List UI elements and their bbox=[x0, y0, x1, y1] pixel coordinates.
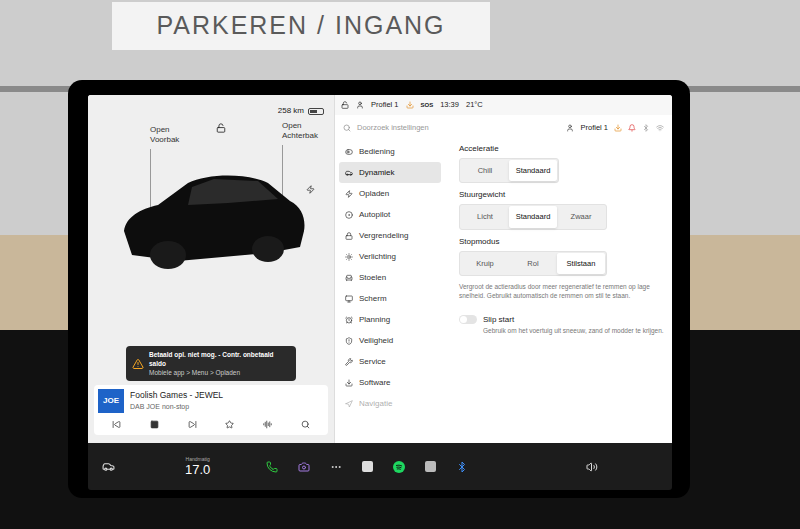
slip-start-description: Gebruik om het voertuig uit sneeuw, zand… bbox=[483, 326, 664, 335]
sos: SOS bbox=[421, 101, 434, 110]
setting-group: AcceleratieChillStandaard bbox=[459, 143, 664, 183]
segment-option[interactable]: Chill bbox=[461, 160, 509, 181]
slip-start-label: Slip start bbox=[483, 314, 664, 326]
sidebar-item[interactable]: Opladen bbox=[339, 183, 441, 204]
climate-control[interactable]: Handmatig17.0 bbox=[185, 456, 210, 478]
spotify-icon[interactable] bbox=[393, 461, 405, 473]
outside-temperature: 21°C bbox=[466, 99, 483, 110]
sidebar-item[interactable]: Software bbox=[339, 372, 441, 393]
profile-button[interactable]: Profiel 1 bbox=[580, 122, 608, 133]
sidebar-icon bbox=[345, 358, 353, 366]
settings-panel: Profiel 1 SOS 13:39 21°C Doorzoek instelling… bbox=[334, 95, 672, 443]
search-icon bbox=[343, 124, 351, 132]
sidebar-item[interactable]: Autopilot bbox=[339, 204, 441, 225]
dock: Handmatig17.0 bbox=[88, 443, 672, 490]
stop-mode-note: Vergroot de actieradius door meer regene… bbox=[459, 282, 664, 300]
segment-option[interactable]: Standaard bbox=[509, 160, 557, 181]
car-icon[interactable] bbox=[102, 460, 115, 473]
sidebar-icon bbox=[345, 274, 353, 282]
media-player: JOE Foolish Games - JEWELDAB JOE non-stop bbox=[94, 385, 328, 435]
sidebar-item[interactable]: Dynamiek bbox=[339, 162, 441, 183]
segment-option[interactable]: Stilstaan bbox=[557, 253, 605, 274]
previous-icon[interactable] bbox=[112, 420, 121, 429]
sidebar-item[interactable]: Stoelen bbox=[339, 267, 441, 288]
sidebar-item[interactable]: Service bbox=[339, 351, 441, 372]
stop-icon[interactable] bbox=[150, 420, 159, 429]
download-icon[interactable] bbox=[614, 124, 622, 132]
bluetooth-icon[interactable] bbox=[456, 461, 468, 473]
car-icon bbox=[118, 161, 308, 273]
next-icon[interactable] bbox=[188, 420, 197, 429]
profile-icon bbox=[566, 124, 574, 132]
update-icon[interactable] bbox=[406, 101, 414, 109]
volume-icon[interactable] bbox=[586, 461, 598, 473]
segmented-control: ChillStandaard bbox=[459, 158, 559, 183]
segment-option[interactable]: Rol bbox=[509, 253, 557, 274]
bell-icon[interactable] bbox=[628, 124, 636, 132]
sidebar-item[interactable]: Planning bbox=[339, 309, 441, 330]
photo: PARKEREN / INGANG 258 km OpenVoorbak OpenAc… bbox=[0, 0, 800, 529]
battery-icon bbox=[308, 108, 324, 115]
frunk-button[interactable]: OpenVoorbak bbox=[150, 125, 179, 145]
warning-icon bbox=[132, 358, 144, 370]
sidebar-item[interactable]: Verlichting bbox=[339, 246, 441, 267]
sidebar-icon bbox=[345, 316, 353, 324]
track-source: DAB JOE non-stop bbox=[130, 402, 223, 413]
sidebar-icon bbox=[345, 148, 353, 156]
segmented-control: KruipRolStilstaan bbox=[459, 251, 607, 276]
sidebar-icon bbox=[345, 295, 353, 303]
settings-search[interactable]: Doorzoek instellingen bbox=[357, 122, 560, 133]
equalizer-icon[interactable] bbox=[263, 420, 272, 429]
sidebar-item[interactable]: Navigatie bbox=[339, 393, 441, 414]
sign: PARKEREN / INGANG bbox=[112, 2, 490, 50]
app-icon[interactable] bbox=[362, 461, 373, 472]
screen: 258 km OpenVoorbak OpenAchterbak Betaald op… bbox=[68, 80, 690, 498]
sidebar-icon bbox=[345, 379, 353, 387]
sidebar-icon bbox=[345, 400, 353, 408]
segmented-control: LichtStandaardZwaar bbox=[459, 204, 607, 229]
phone-icon[interactable] bbox=[266, 461, 278, 473]
sidebar-icon bbox=[345, 190, 353, 198]
slip-start-toggle[interactable] bbox=[459, 315, 477, 324]
media-search-icon[interactable] bbox=[301, 420, 310, 429]
sidebar-item[interactable]: Vergrendeling bbox=[339, 225, 441, 246]
segment-option[interactable]: Kruip bbox=[461, 253, 509, 274]
segment-option[interactable]: Standaard bbox=[509, 206, 557, 227]
status-profile[interactable]: Profiel 1 bbox=[371, 99, 399, 110]
car-view: OpenVoorbak OpenAchterbak bbox=[88, 119, 334, 346]
track-title: Foolish Games - JEWEL bbox=[130, 389, 223, 402]
sidebar-item[interactable]: Bediening bbox=[339, 141, 441, 162]
status-bar: Profiel 1 SOS 13:39 21°C bbox=[335, 95, 672, 115]
unlock-icon[interactable] bbox=[216, 123, 226, 133]
signal-icon bbox=[656, 124, 664, 132]
setting-group: StuurgewichtLichtStandaardZwaar bbox=[459, 189, 664, 229]
favorite-icon[interactable] bbox=[225, 420, 234, 429]
sidebar-icon bbox=[345, 337, 353, 345]
segment-option[interactable]: Licht bbox=[461, 206, 509, 227]
media-app-icon[interactable] bbox=[425, 461, 436, 472]
sidebar-item[interactable]: Veiligheid bbox=[339, 330, 441, 351]
charge-icon[interactable] bbox=[306, 185, 315, 194]
setting-group: StopmodusKruipRolStilstaan bbox=[459, 236, 664, 276]
sidebar-icon bbox=[345, 169, 353, 177]
sidebar-item[interactable]: Scherm bbox=[339, 288, 441, 309]
clock: 13:39 bbox=[440, 99, 459, 110]
station-logo: JOE bbox=[98, 389, 124, 413]
range: 258 km bbox=[278, 105, 304, 117]
profile-icon bbox=[356, 101, 364, 109]
sidebar-icon bbox=[345, 232, 353, 240]
sidebar-icon bbox=[345, 253, 353, 261]
trunk-button[interactable]: OpenAchterbak bbox=[282, 121, 318, 141]
bluetooth-icon bbox=[642, 124, 650, 132]
car-panel: 258 km OpenVoorbak OpenAchterbak Betaald op… bbox=[88, 95, 334, 443]
more-icon[interactable] bbox=[330, 461, 342, 473]
alert: Betaald opl. niet mog. - Contr. onbetaal… bbox=[126, 346, 296, 381]
sidebar-icon bbox=[345, 211, 353, 219]
lock-status-icon[interactable] bbox=[341, 101, 349, 109]
settings-content: AcceleratieChillStandaard StuurgewichtLic… bbox=[445, 141, 672, 443]
settings-sidebar: BedieningDynamiekOpladenAutopilotVergren… bbox=[335, 141, 445, 443]
segment-option[interactable]: Zwaar bbox=[557, 206, 605, 227]
camera-icon[interactable] bbox=[298, 461, 310, 473]
